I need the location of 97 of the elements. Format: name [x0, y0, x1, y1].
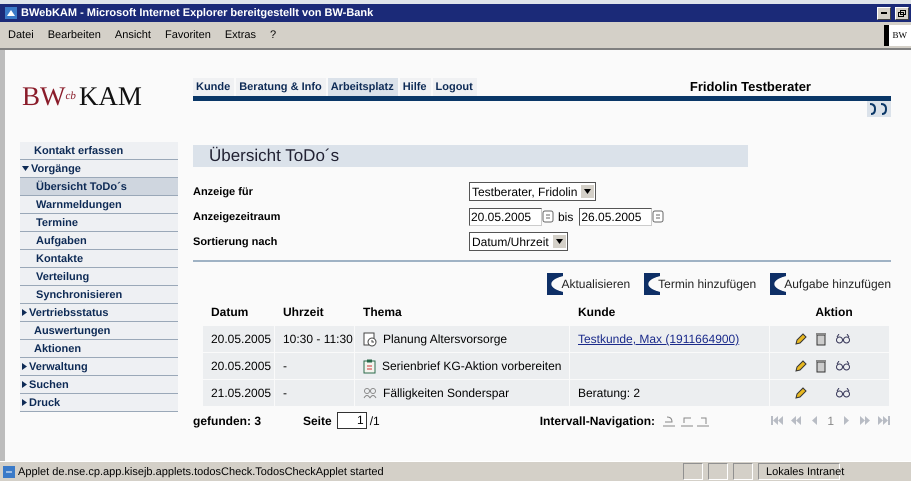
sidebar-item[interactable]: Termine: [20, 214, 178, 232]
clipboard-icon: [363, 358, 376, 374]
table-cell: 21.05.2005: [203, 380, 274, 406]
dropdown[interactable]: Testberater, Fridolin: [469, 182, 596, 201]
menu-item[interactable]: ?: [270, 29, 276, 41]
calendar-icon[interactable]: [542, 210, 554, 223]
restore-button[interactable]: [895, 6, 909, 20]
pencil-icon[interactable]: [794, 332, 807, 346]
sidebar-item[interactable]: Suchen: [20, 376, 178, 394]
sidebar-item[interactable]: Vorgänge: [20, 160, 178, 178]
sidebar-item[interactable]: Aufgaben: [20, 232, 178, 250]
logo: BW$^{cb}$ KAM: [21, 80, 143, 112]
browser-icon: [5, 7, 17, 19]
sidebar-item[interactable]: Kontakte: [20, 250, 178, 268]
caret-icon: [584, 189, 592, 194]
result-count: gefunden: 3: [193, 414, 262, 428]
interval-label: Intervall-Navigation:: [540, 414, 656, 428]
sidebar-item[interactable]: Aktionen: [20, 340, 178, 358]
trash-icon[interactable]: [815, 359, 827, 373]
page-total: /1: [370, 414, 380, 428]
topic-text: Serienbrief KG-Aktion vorbereiten: [382, 359, 562, 373]
topic-text: Fälligkeiten Sonderspar: [383, 386, 510, 400]
calendar-icon[interactable]: [652, 210, 664, 223]
sidebar-item[interactable]: Synchronisieren: [20, 286, 178, 304]
menu-item[interactable]: Favoriten: [164, 29, 211, 41]
table-cell: -: [275, 380, 354, 406]
action-button[interactable]: Termin hinzufügen: [644, 273, 756, 295]
people-icon: [363, 387, 377, 399]
menu-item[interactable]: Bearbeiten: [48, 29, 101, 41]
calendar-clock-icon: [363, 332, 377, 346]
sidebar-item[interactable]: Verwaltung: [20, 358, 178, 376]
caret-icon: [22, 166, 29, 171]
table-cell: 20.05.2005: [203, 353, 274, 379]
table-cell: -: [275, 353, 354, 379]
zone-label: Lokales Intranet: [766, 466, 844, 478]
column-header: Datum: [210, 305, 250, 321]
nav-tab[interactable]: Beratung & Info: [236, 78, 326, 96]
status-pane: [683, 463, 703, 480]
page-input[interactable]: 1: [336, 412, 367, 429]
pencil-icon[interactable]: [794, 386, 807, 400]
sidebar-item[interactable]: Warnmeldungen: [20, 196, 178, 214]
customer-link[interactable]: Testkunde, Max (1911664900): [578, 332, 740, 346]
pencil-icon[interactable]: [794, 360, 807, 372]
field-label: Anzeige für: [193, 186, 254, 198]
page-icon: [3, 466, 15, 478]
status-pane: [733, 463, 753, 480]
status-message: Applet de.nse.cp.app.kisejb.applets.todosCheck.TodosCheckApplet started: [18, 466, 385, 478]
sidebar-item[interactable]: Druck: [20, 394, 178, 412]
caret-icon: [22, 309, 27, 316]
column-header: Kunde: [577, 305, 616, 321]
minimize-button[interactable]: [877, 6, 891, 20]
nav-tab[interactable]: Hilfe: [400, 78, 431, 96]
menu-item[interactable]: Datei: [8, 29, 34, 41]
sidebar-item[interactable]: Verteilung: [20, 268, 178, 286]
trash-icon[interactable]: [815, 332, 827, 346]
caret-icon: [22, 399, 27, 406]
nav-tab[interactable]: Logout: [432, 78, 477, 96]
action-button[interactable]: Aufgabe hinzufügen: [770, 273, 891, 295]
menu-item[interactable]: Ansicht: [114, 29, 151, 41]
menu-item[interactable]: Extras: [224, 29, 256, 41]
glasses-icon[interactable]: [835, 388, 851, 398]
glasses-icon[interactable]: [835, 361, 851, 371]
caret-icon: [556, 239, 563, 244]
date-field[interactable]: 26.05.2005: [579, 208, 652, 226]
nav-tab[interactable]: Arbeitsplatz: [328, 78, 398, 96]
column-header: Thema: [362, 305, 403, 321]
window-title: BWebKAM - Microsoft Internet Explorer bereitgestellt von BW-Bank: [21, 7, 374, 19]
column-header: Aktion: [814, 305, 854, 321]
glasses-icon[interactable]: [835, 334, 851, 344]
field-label: Anzeigezeitraum: [193, 210, 282, 222]
customer-text: Beratung: 2: [578, 386, 640, 400]
nav-tab[interactable]: Kunde: [193, 78, 234, 96]
date-field[interactable]: 20.05.2005: [469, 208, 542, 226]
sidebar-item[interactable]: Kontakt erfassen: [20, 142, 178, 160]
field-label: Sortierung nach: [193, 236, 278, 248]
restore-icon: [898, 10, 906, 16]
range-separator: bis: [558, 210, 574, 224]
column-header: Uhrzeit: [282, 305, 325, 321]
page-label: Seite: [303, 414, 332, 428]
user-name: Fridolin Testberater: [690, 79, 811, 96]
sidebar-item[interactable]: Vertriebsstatus: [20, 304, 178, 322]
sidebar-item[interactable]: Übersicht ToDo´s: [20, 178, 178, 196]
minimize-icon: [881, 12, 887, 14]
table-cell: 10:30 - 11:30: [275, 326, 354, 352]
current-page: 1: [827, 414, 834, 428]
interval-nav-icon[interactable]: [661, 414, 710, 426]
logout-arrows-icon[interactable]: [867, 101, 891, 117]
caret-icon: [22, 381, 27, 388]
topic-text: Planung Altersvorsorge: [383, 332, 508, 346]
table-cell: 20.05.2005: [203, 326, 274, 352]
caret-icon: [22, 363, 27, 370]
page-title: Übersicht ToDo´s: [193, 145, 748, 167]
sidebar-item[interactable]: Auswertungen: [20, 322, 178, 340]
toolbar-logo: BW: [884, 24, 911, 46]
status-pane: [708, 463, 728, 480]
dropdown[interactable]: Datum/Uhrzeit: [469, 232, 568, 251]
action-button[interactable]: Aktualisieren: [547, 273, 630, 295]
